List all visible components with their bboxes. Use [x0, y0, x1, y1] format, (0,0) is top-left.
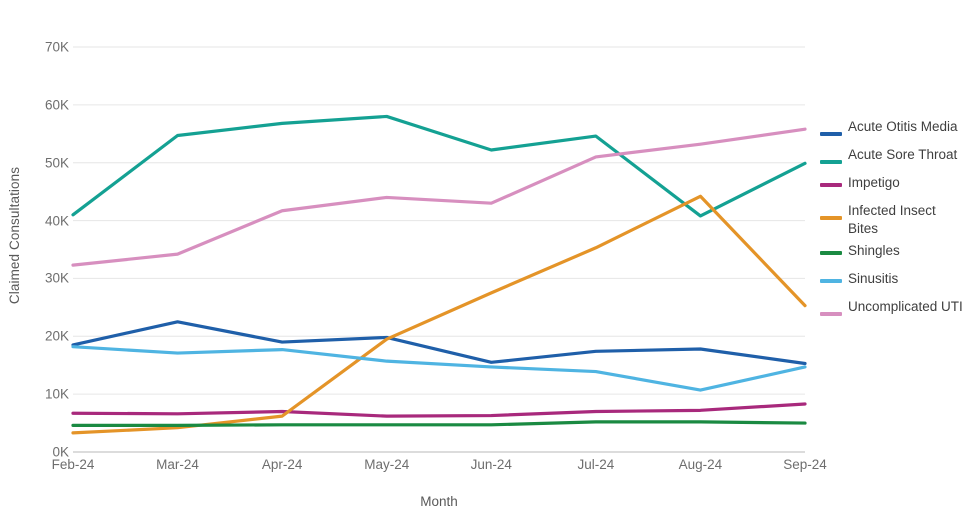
legend-color-swatch	[820, 132, 842, 136]
x-axis-tick-label: Apr-24	[261, 457, 303, 472]
legend-label: Infected Insect Bites	[848, 203, 936, 236]
legend-item[interactable]: Impetigo	[820, 172, 967, 198]
x-axis-tick-label: Mar-24	[156, 457, 199, 472]
x-axis-tick-label: Feb-24	[51, 457, 95, 472]
legend-color-swatch	[820, 183, 842, 187]
legend-color-swatch	[820, 279, 842, 283]
x-axis-title: Month	[420, 494, 458, 509]
legend-item[interactable]: Sinusitis	[820, 268, 967, 294]
legend-color-swatch	[820, 251, 842, 255]
legend-color-swatch	[820, 160, 842, 164]
chart-legend: Acute Otitis Media Acute Sore Throat Impet…	[820, 116, 967, 324]
legend-label: Uncomplicated UTI	[848, 299, 963, 314]
legend-item[interactable]: Infected Insect Bites	[820, 200, 967, 238]
legend-label: Sinusitis	[848, 271, 899, 286]
legend-item[interactable]: Acute Otitis Media	[820, 116, 967, 142]
legend-label: Acute Otitis Media	[848, 119, 958, 134]
legend-label: Impetigo	[848, 175, 900, 190]
legend-item[interactable]: Acute Sore Throat	[820, 144, 967, 170]
legend-label: Acute Sore Throat	[848, 147, 958, 162]
x-axis-tick-label: May-24	[364, 457, 410, 472]
x-axis-tick-label: Aug-24	[678, 457, 723, 472]
x-axis-tick-label: Jun-24	[470, 457, 512, 472]
legend-label: Shingles	[848, 243, 900, 258]
line-chart: Claimed Consultations 0K 10K 20K 30K 40K 50K 6…	[0, 0, 967, 525]
x-axis-tick-label: Sep-24	[783, 457, 827, 472]
legend-color-swatch	[820, 312, 842, 316]
legend-item[interactable]: Uncomplicated UTI	[820, 296, 967, 322]
legend-color-swatch	[820, 216, 842, 220]
legend-item[interactable]: Shingles	[820, 240, 967, 266]
x-axis-tick-label: Jul-24	[577, 457, 615, 472]
